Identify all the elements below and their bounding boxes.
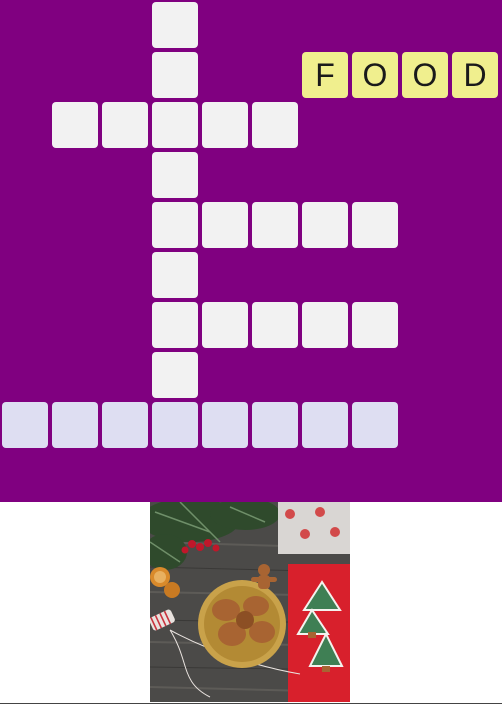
crossword-cell-r1-c3[interactable]: [152, 52, 198, 98]
crossword-cell-r6-c3[interactable]: [152, 302, 198, 348]
crossword-cell-r8-c1[interactable]: [52, 402, 98, 448]
crossword-cell-r7-c3[interactable]: [152, 352, 198, 398]
crossword-cell-r6-c4[interactable]: [202, 302, 248, 348]
crossword-cell-r4-c6[interactable]: [302, 202, 348, 248]
crossword-cell-r0-c3[interactable]: [152, 2, 198, 48]
crossword-cell-r5-c3[interactable]: [152, 252, 198, 298]
crossword-cell-r6-c7[interactable]: [352, 302, 398, 348]
crossword-cell-r6-c6[interactable]: [302, 302, 348, 348]
crossword-cell-r2-c4[interactable]: [202, 102, 248, 148]
crossword-cell-r6-c5[interactable]: [252, 302, 298, 348]
hint-photo-christmas-cookies: [150, 502, 350, 702]
crossword-cell-r8-c0[interactable]: [2, 402, 48, 448]
crossword-cell-r8-c2[interactable]: [102, 402, 148, 448]
crossword-cell-r4-c7[interactable]: [352, 202, 398, 248]
crossword-cell-r1-c8[interactable]: O: [402, 52, 448, 98]
crossword-cell-r8-c7[interactable]: [352, 402, 398, 448]
crossword-cell-r4-c5[interactable]: [252, 202, 298, 248]
crossword-cell-r2-c1[interactable]: [52, 102, 98, 148]
crossword-cell-r3-c3[interactable]: [152, 152, 198, 198]
crossword-cell-r1-c7[interactable]: O: [352, 52, 398, 98]
crossword-cell-r8-c3[interactable]: [152, 402, 198, 448]
crossword-board: FOOD: [0, 0, 502, 502]
crossword-cell-r4-c3[interactable]: [152, 202, 198, 248]
crossword-cell-r2-c5[interactable]: [252, 102, 298, 148]
crossword-cell-r8-c5[interactable]: [252, 402, 298, 448]
crossword-cell-r1-c9[interactable]: D: [452, 52, 498, 98]
crossword-cell-r1-c6[interactable]: F: [302, 52, 348, 98]
crossword-cell-r4-c4[interactable]: [202, 202, 248, 248]
crossword-cell-r2-c2[interactable]: [102, 102, 148, 148]
crossword-cell-r2-c3[interactable]: [152, 102, 198, 148]
crossword-cell-r8-c4[interactable]: [202, 402, 248, 448]
crossword-cell-r8-c6[interactable]: [302, 402, 348, 448]
page-bottom-border: [0, 703, 502, 704]
